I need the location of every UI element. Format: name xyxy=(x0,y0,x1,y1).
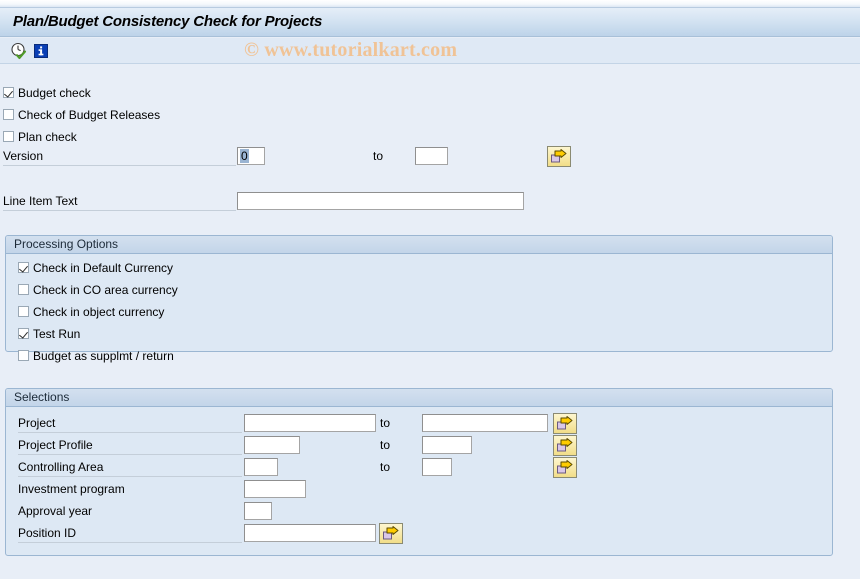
multiple-selection-arrow-icon xyxy=(557,416,573,430)
line-item-text-input[interactable] xyxy=(237,192,524,210)
selections-body: Project to Project Profile to Controllin… xyxy=(6,407,832,556)
project-profile-from-input[interactable] xyxy=(244,436,300,454)
check-in-default-currency-label: Check in Default Currency xyxy=(33,260,174,275)
checkbox-row-plan-check[interactable]: Plan check xyxy=(3,128,77,145)
checkbox-row-check-default-currency[interactable]: Check in Default Currency xyxy=(18,259,173,276)
processing-options-body: Check in Default Currency Check in CO ar… xyxy=(6,254,832,363)
check-of-budget-releases-checkbox[interactable] xyxy=(3,109,14,120)
version-to-label: to xyxy=(373,149,384,163)
controlling-area-to-input[interactable] xyxy=(422,458,452,476)
page-title: Plan/Budget Consistency Check for Projec… xyxy=(13,13,323,30)
check-in-object-currency-checkbox[interactable] xyxy=(18,306,29,317)
position-id-label: Position ID xyxy=(18,525,242,543)
checkbox-row-check-co-area-currency[interactable]: Check in CO area currency xyxy=(18,281,178,298)
project-label: Project xyxy=(18,415,242,433)
check-in-co-area-currency-checkbox[interactable] xyxy=(18,284,29,295)
project-to-label: to xyxy=(380,416,391,430)
check-in-co-area-currency-label: Check in CO area currency xyxy=(33,282,178,297)
controlling-area-multiple-selection-button[interactable] xyxy=(553,457,577,478)
version-from-input[interactable]: 0 xyxy=(237,147,265,165)
project-to-input[interactable] xyxy=(422,414,548,432)
processing-options-group: Processing Options Check in Default Curr… xyxy=(5,235,833,363)
project-profile-multiple-selection-button[interactable] xyxy=(553,435,577,456)
version-label: Version xyxy=(3,148,236,166)
controlling-area-label: Controlling Area xyxy=(18,459,242,477)
investment-program-input[interactable] xyxy=(244,480,306,498)
project-multiple-selection-button[interactable] xyxy=(553,413,577,434)
window-titlebar: Plan/Budget Consistency Check for Projec… xyxy=(0,8,860,37)
check-in-default-currency-checkbox[interactable] xyxy=(18,262,29,273)
line-item-text-label: Line Item Text xyxy=(3,193,236,211)
controlling-area-from-input[interactable] xyxy=(244,458,278,476)
version-from-value: 0 xyxy=(240,149,249,163)
selection-screen-content: Budget check Check of Budget Releases Pl… xyxy=(0,65,860,579)
project-profile-label: Project Profile xyxy=(18,437,242,455)
processing-options-title: Processing Options xyxy=(6,236,832,254)
project-from-input[interactable] xyxy=(244,414,376,432)
investment-program-label: Investment program xyxy=(18,482,125,496)
information-icon[interactable] xyxy=(32,42,50,60)
site-watermark: © www.tutorialkart.com xyxy=(244,39,458,61)
controlling-area-to-label: to xyxy=(380,460,391,474)
check-of-budget-releases-label: Check of Budget Releases xyxy=(18,107,161,122)
checkbox-row-test-run[interactable]: Test Run xyxy=(18,325,80,342)
execute-clock-check-icon[interactable] xyxy=(10,42,28,60)
budget-as-supplement-return-label: Budget as supplmt / return xyxy=(33,348,174,363)
checkbox-row-budget-as-supplement-return[interactable]: Budget as supplmt / return xyxy=(18,347,174,364)
checkbox-row-check-object-currency[interactable]: Check in object currency xyxy=(18,303,164,320)
budget-as-supplement-return-checkbox[interactable] xyxy=(18,350,29,361)
position-id-input[interactable] xyxy=(244,524,376,542)
window-top-edge xyxy=(0,0,860,7)
multiple-selection-arrow-icon xyxy=(557,460,573,474)
project-profile-to-label: to xyxy=(380,438,391,452)
project-profile-to-input[interactable] xyxy=(422,436,472,454)
plan-check-checkbox[interactable] xyxy=(3,131,14,142)
multiple-selection-arrow-icon xyxy=(551,149,567,163)
plan-check-label: Plan check xyxy=(18,129,77,144)
position-id-multiple-selection-button[interactable] xyxy=(379,523,403,544)
selections-group: Selections Project to Project Profile to xyxy=(5,388,833,556)
approval-year-input[interactable] xyxy=(244,502,272,520)
checkbox-row-check-of-budget-releases[interactable]: Check of Budget Releases xyxy=(3,106,160,123)
test-run-label: Test Run xyxy=(33,326,81,341)
multiple-selection-arrow-icon xyxy=(557,438,573,452)
version-to-input[interactable] xyxy=(415,147,448,165)
check-in-object-currency-label: Check in object currency xyxy=(33,304,165,319)
selections-title: Selections xyxy=(6,389,832,407)
test-run-checkbox[interactable] xyxy=(18,328,29,339)
multiple-selection-arrow-icon xyxy=(383,526,399,540)
budget-check-label: Budget check xyxy=(18,85,91,100)
budget-check-checkbox[interactable] xyxy=(3,87,14,98)
version-multiple-selection-button[interactable] xyxy=(547,146,571,167)
checkbox-row-budget-check[interactable]: Budget check xyxy=(3,84,91,101)
approval-year-label: Approval year xyxy=(18,504,93,518)
